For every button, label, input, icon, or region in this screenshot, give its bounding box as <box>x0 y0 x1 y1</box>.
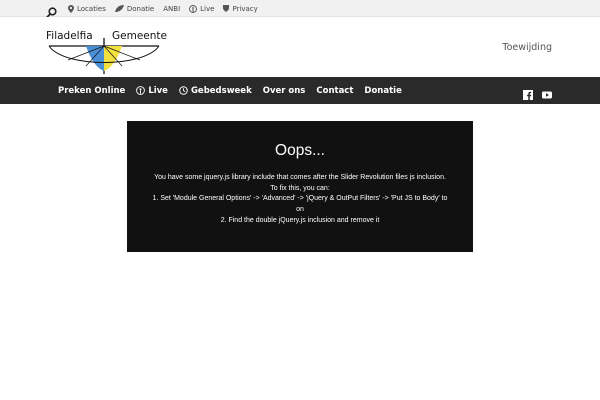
map-pin-icon <box>68 4 74 13</box>
nav-item-label: Gebedsweek <box>190 85 252 96</box>
nav-item-label: Contact <box>316 85 354 96</box>
site-logo[interactable]: Filadelfia Gemeente <box>46 30 167 74</box>
facebook-icon[interactable] <box>523 85 533 100</box>
nav-item-label: Preken Online <box>58 85 126 96</box>
search-icon[interactable] <box>46 3 57 18</box>
error-line: You have some jquery.js library include … <box>154 174 446 181</box>
youtube-icon[interactable] <box>542 85 552 99</box>
error-line: 1. Set 'Module General Options' -> 'Adva… <box>152 195 448 203</box>
nav-item-contact[interactable]: Contact <box>316 86 353 96</box>
top-link-label: Donatie <box>126 4 155 13</box>
leaf-icon <box>114 5 124 12</box>
logo-umbrella-mark <box>48 38 160 74</box>
nav-item-gebedsweek[interactable]: Gebedsweek <box>179 86 252 96</box>
toewijding-link[interactable]: Toewijding <box>502 42 552 53</box>
social-links <box>514 85 552 100</box>
top-link-label: Locaties <box>77 4 106 13</box>
nav-item-live[interactable]: Live <box>136 86 168 96</box>
error-line: 2. Find the double jQuery.js inclusion a… <box>220 216 380 224</box>
nav-item-label: Donatie <box>364 85 402 96</box>
broadcast-icon <box>189 4 198 13</box>
top-link-anbi[interactable]: ANBI <box>163 5 180 13</box>
error-line: To fix this, you can: <box>270 184 330 192</box>
nav-item-label: Over ons <box>262 85 306 96</box>
top-links: Locaties Donatie ANBI Live Privacy <box>68 0 267 17</box>
top-link-donatie[interactable]: Donatie <box>114 4 155 13</box>
site-header: Filadelfia Gemeente Toewijding <box>0 17 600 77</box>
error-message: You have some jquery.js library include … <box>135 173 465 227</box>
top-utility-bar: Locaties Donatie ANBI Live Privacy <box>0 0 600 18</box>
nav-item-preken-online[interactable]: Preken Online <box>58 86 125 96</box>
clock-icon <box>179 86 188 95</box>
main-nav: Preken Online Live Gebedsweek Over ons C… <box>58 77 413 104</box>
top-link-live[interactable]: Live <box>189 5 214 13</box>
top-link-locaties[interactable]: Locaties <box>68 4 106 13</box>
top-link-label: Privacy <box>232 4 258 13</box>
broadcast-icon <box>136 86 146 95</box>
shield-icon <box>223 5 230 12</box>
nav-item-label: Live <box>148 85 168 96</box>
nav-item-over-ons[interactable]: Over ons <box>263 86 306 96</box>
main-navbar: Preken Online Live Gebedsweek Over ons C… <box>0 77 600 104</box>
top-link-privacy[interactable]: Privacy <box>223 4 258 13</box>
error-title: Oops... <box>275 142 325 159</box>
nav-item-donatie[interactable]: Donatie <box>364 86 401 96</box>
top-link-label: Live <box>200 4 215 13</box>
slider-error-box: Oops... You have some jquery.js library … <box>127 121 473 252</box>
error-line: on <box>296 206 304 214</box>
top-link-label: ANBI <box>163 4 181 13</box>
